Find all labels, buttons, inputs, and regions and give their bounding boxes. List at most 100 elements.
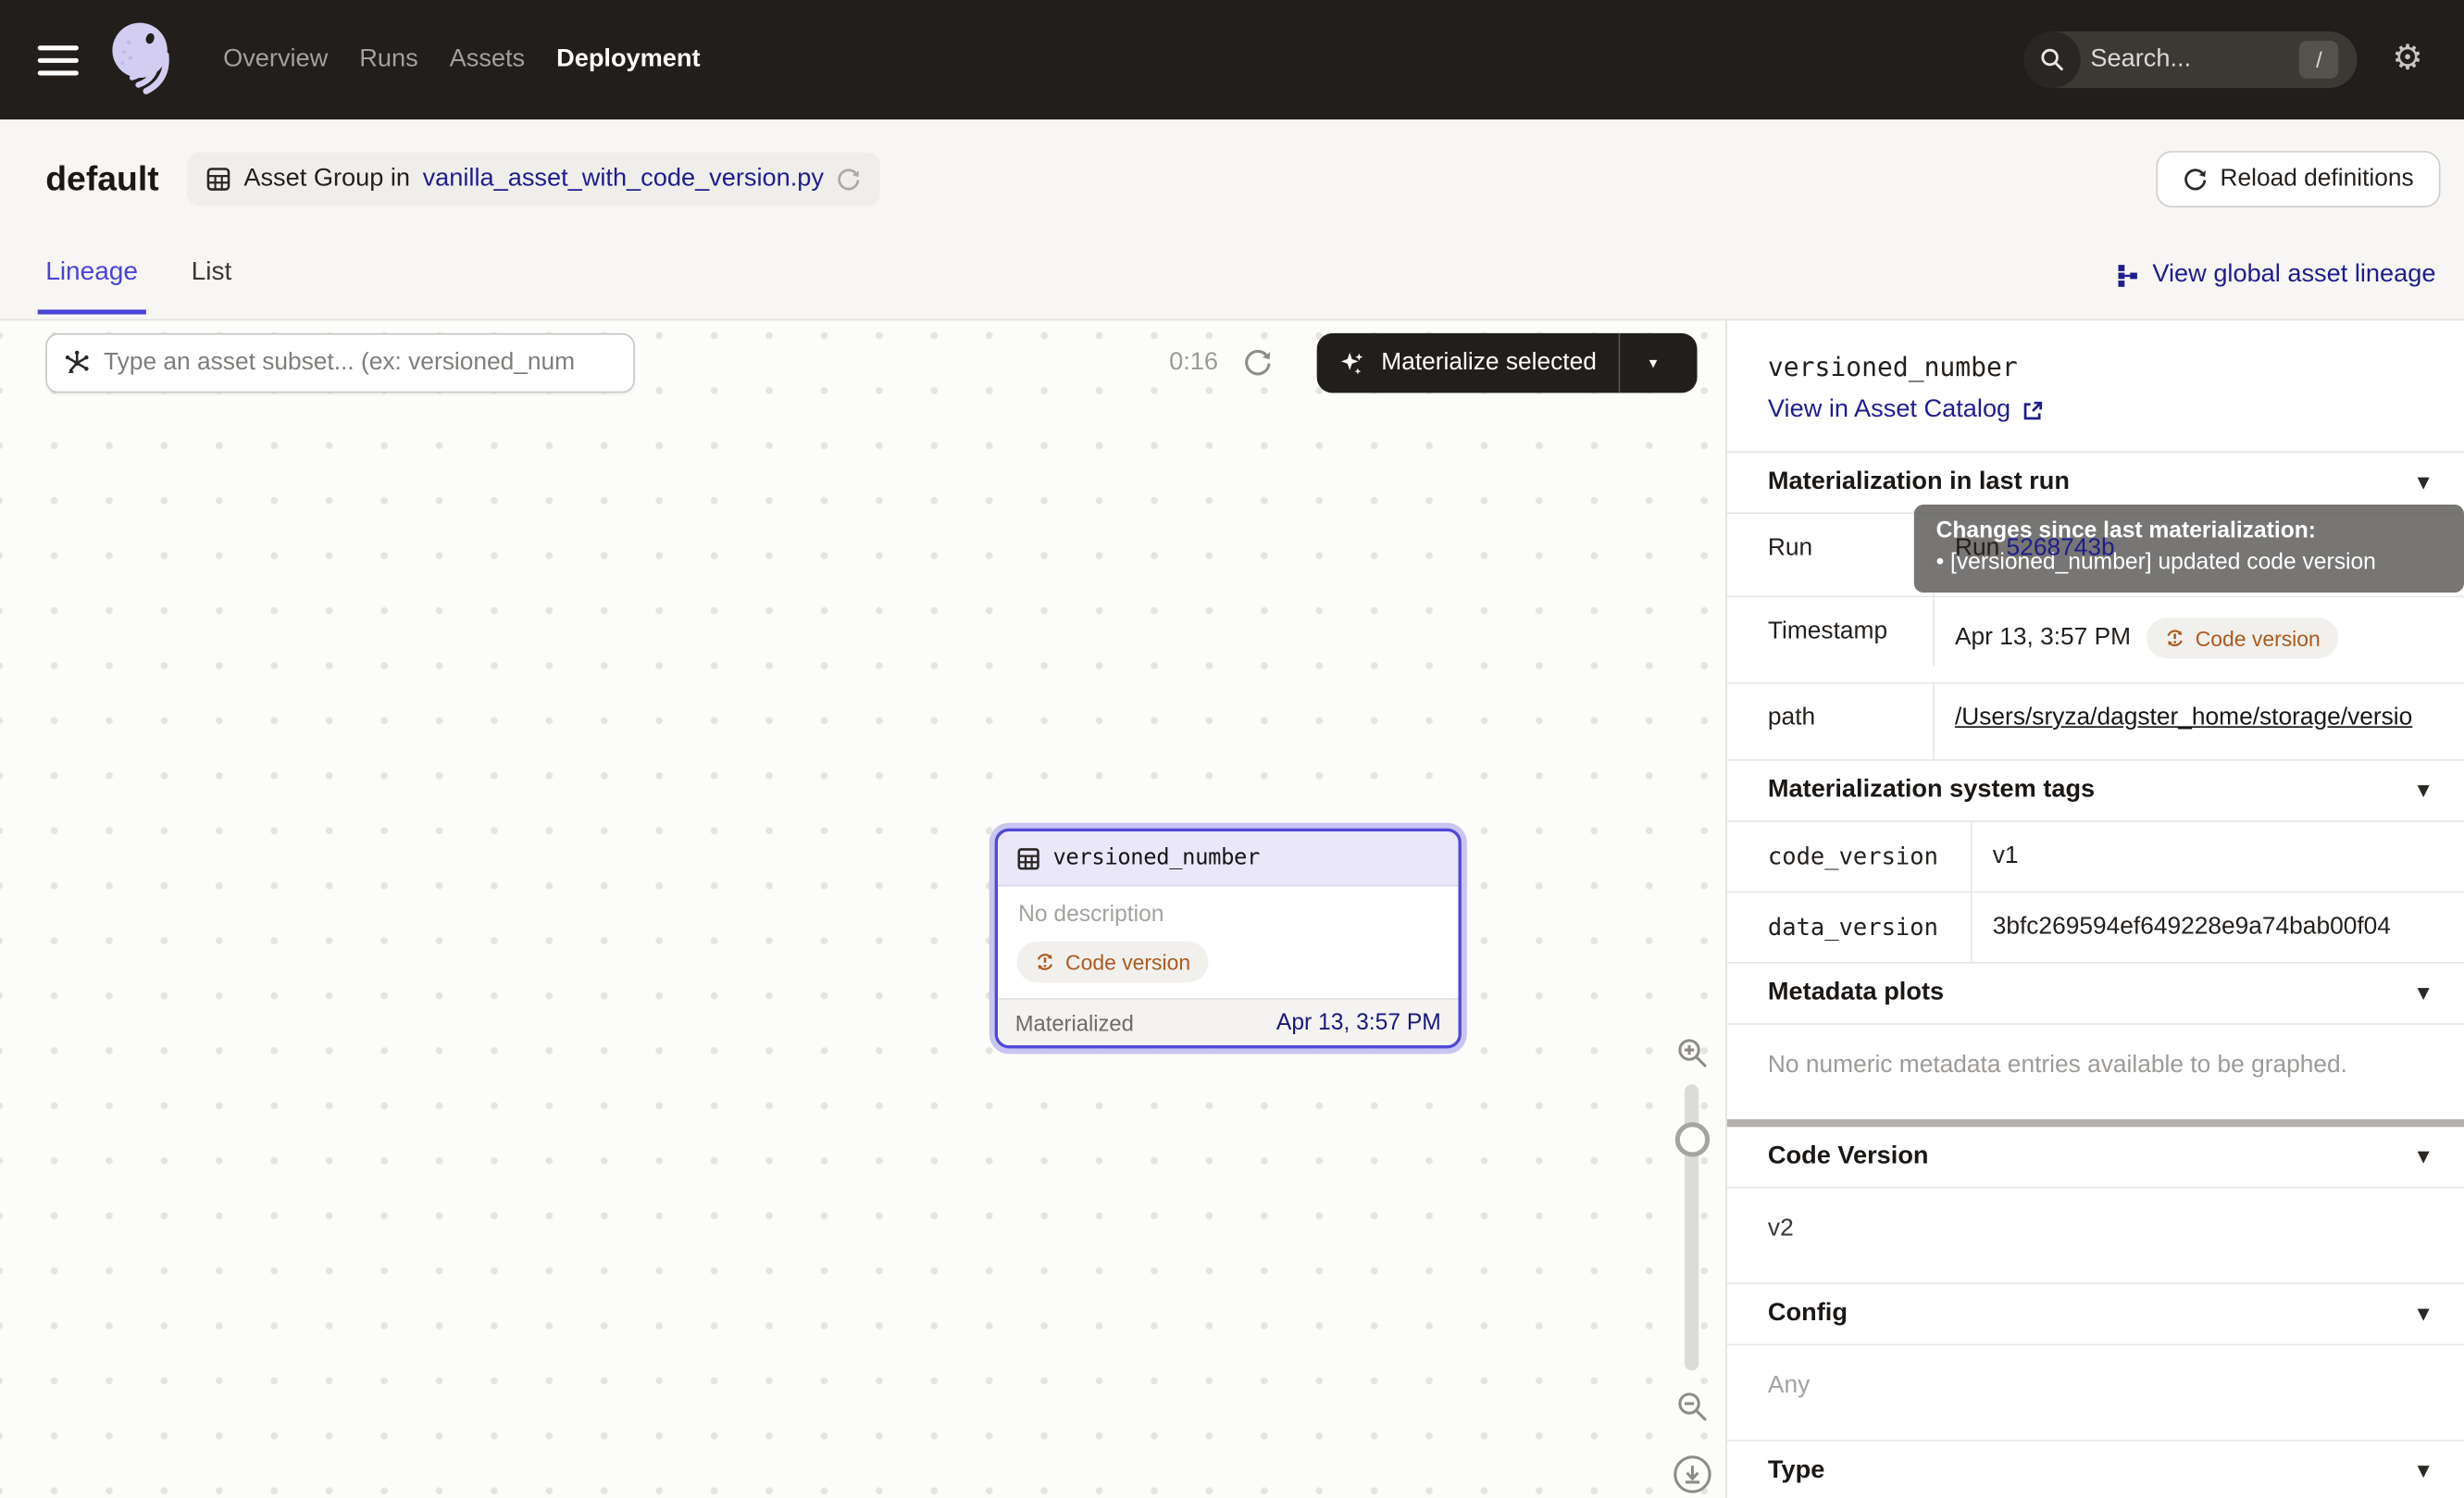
panel-asset-name: versioned_number: [1768, 352, 2423, 381]
view-global-asset-lineage-label: View global asset lineage: [2152, 261, 2435, 290]
code-version-badge: Code version: [1016, 942, 1207, 982]
section-heading: Materialization in last run: [1768, 468, 2070, 497]
section-metadata-plots[interactable]: Metadata plots ▼: [1727, 964, 2464, 1025]
nav-tabs: Overview Runs Assets Deployment: [223, 45, 700, 74]
search-icon: [2024, 31, 2081, 88]
tag-row: code_version v1: [1727, 822, 2464, 893]
path-row-label: path: [1727, 684, 1935, 759]
asset-group-prefix: Asset Group in: [243, 165, 410, 193]
metadata-plots-empty-message: No numeric metadata entries available to…: [1727, 1025, 2464, 1119]
app-window: Overview Runs Assets Deployment / ⚙ defa…: [0, 0, 2464, 1498]
code-version-icon: [1034, 951, 1056, 973]
external-link-icon: [2022, 398, 2045, 421]
page-header: default Asset Group in vanilla_asset_wit…: [0, 119, 2464, 239]
asset-selection-icon: [63, 349, 92, 378]
main-area: 0:16 Materialize selected ▾: [0, 320, 2464, 1498]
section-heading: Config: [1768, 1300, 1848, 1329]
search-shortcut-key: /: [2299, 41, 2338, 79]
breadcrumb: Asset Group in vanilla_asset_with_code_v…: [187, 153, 880, 206]
materialized-status-label: Materialized: [1015, 1010, 1134, 1035]
asset-subset-filter[interactable]: [45, 333, 635, 393]
code-version-badge: Code version: [2147, 618, 2337, 658]
materialize-dropdown-caret[interactable]: ▾: [1620, 355, 1686, 372]
dagster-logo-icon[interactable]: [104, 18, 182, 103]
timestamp-value: Apr 13, 3:57 PM: [1955, 624, 2131, 653]
zoom-in-icon[interactable]: [1675, 1036, 1710, 1070]
asset-details-panel: versioned_number View in Asset Catalog M…: [1725, 320, 2464, 1498]
refresh-icon[interactable]: [837, 167, 862, 192]
chevron-down-icon: ▼: [2418, 782, 2430, 800]
view-tabbar: Lineage List View global asset lineage: [0, 239, 2464, 320]
chevron-down-icon: ▼: [2418, 474, 2430, 492]
search-input[interactable]: [2090, 45, 2279, 74]
asset-node-name: versioned_number: [1052, 845, 1260, 870]
panel-splitter[interactable]: [1727, 1119, 2464, 1127]
zoom-out-icon[interactable]: [1675, 1390, 1710, 1424]
section-heading: Materialization system tags: [1768, 777, 2095, 805]
chevron-down-icon: ▼: [2418, 985, 2430, 1003]
timestamp-row: Timestamp Apr 13, 3:57 PM: [1727, 597, 2464, 683]
reload-definitions-label: Reload definitions: [2220, 165, 2413, 193]
code-version-badge-label: Code version: [2196, 627, 2321, 650]
menu-icon[interactable]: [38, 44, 79, 74]
nav-tab-deployment[interactable]: Deployment: [556, 45, 700, 74]
run-id: 5268743b: [2007, 534, 2115, 561]
chevron-down-icon: ▼: [2418, 1463, 2430, 1480]
asset-node-footer: Materialized Apr 13, 3:57 PM: [998, 998, 1458, 1045]
download-graph-icon[interactable]: [1672, 1454, 1712, 1494]
tag-key: code_version: [1727, 822, 1972, 892]
run-row-label: Run: [1727, 514, 1935, 595]
section-heading: Code Version: [1768, 1142, 1929, 1171]
nav-right: / ⚙: [2024, 0, 2464, 119]
lineage-graph-icon: [2115, 263, 2140, 288]
section-heading: Metadata plots: [1768, 980, 1944, 1008]
materialize-selected-button[interactable]: Materialize selected ▾: [1317, 333, 1698, 393]
tag-row: data_version 3bfc269594ef649228e9a74bab0…: [1727, 893, 2464, 963]
path-link[interactable]: /Users/sryza/dagster_home/storage/versio: [1955, 705, 2412, 731]
asset-node-header: versioned_number: [998, 831, 1458, 886]
section-code-version[interactable]: Code Version ▼: [1727, 1127, 2464, 1188]
tag-value: 3bfc269594ef649228e9a74bab00f04: [1972, 893, 2464, 962]
page-title: default: [45, 158, 158, 199]
tag-key: data_version: [1727, 893, 1972, 962]
view-in-asset-catalog-link[interactable]: View in Asset Catalog: [1768, 396, 2423, 425]
section-system-tags[interactable]: Materialization system tags ▼: [1727, 761, 2464, 822]
nav-tab-assets[interactable]: Assets: [450, 45, 526, 74]
config-value: Any: [1727, 1345, 2464, 1442]
view-in-asset-catalog-label: View in Asset Catalog: [1768, 396, 2010, 425]
view-global-asset-lineage-link[interactable]: View global asset lineage: [2115, 257, 2436, 289]
reload-definitions-button[interactable]: Reload definitions: [2156, 151, 2441, 207]
tab-list[interactable]: List: [192, 257, 232, 314]
asset-subset-input[interactable]: [104, 349, 617, 378]
section-heading: Type: [1768, 1457, 1824, 1486]
asset-node-description: No description: [998, 887, 1458, 931]
tag-value: v1: [1972, 822, 2464, 892]
search-box[interactable]: /: [2024, 31, 2358, 88]
code-version-badge-label: Code version: [1065, 950, 1190, 973]
code-version-value: v2: [1727, 1188, 2464, 1284]
top-nav: Overview Runs Assets Deployment / ⚙: [0, 0, 2464, 119]
chevron-down-icon: ▼: [2418, 1305, 2430, 1323]
section-config[interactable]: Config ▼: [1727, 1284, 2464, 1345]
chevron-down-icon: ▼: [2418, 1148, 2430, 1166]
sparkle-icon: [1338, 348, 1367, 378]
nav-tab-runs[interactable]: Runs: [359, 45, 417, 74]
nav-tab-overview[interactable]: Overview: [223, 45, 328, 74]
run-link[interactable]: Run 5268743b: [1955, 534, 2115, 561]
asset-node-versioned-number[interactable]: versioned_number No description: [995, 829, 1462, 1049]
refresh-graph-icon[interactable]: [1243, 347, 1273, 377]
gear-icon[interactable]: ⚙: [2392, 43, 2423, 77]
zoom-slider-handle[interactable]: [1675, 1122, 1710, 1156]
reload-icon: [2183, 167, 2208, 192]
refresh-timer: 0:16: [1169, 349, 1218, 378]
path-row: path /Users/sryza/dagster_home/storage/v…: [1727, 684, 2464, 761]
timestamp-row-label: Timestamp: [1727, 597, 1935, 667]
asset-group-file-link[interactable]: vanilla_asset_with_code_version.py: [423, 165, 824, 193]
asset-group-icon: [206, 167, 231, 192]
section-type[interactable]: Type ▼: [1727, 1442, 2464, 1498]
materialize-selected-label: Materialize selected: [1381, 349, 1597, 378]
materialized-timestamp[interactable]: Apr 13, 3:57 PM: [1276, 1010, 1441, 1035]
table-icon: [1016, 846, 1039, 869]
tab-lineage[interactable]: Lineage: [45, 257, 138, 314]
lineage-canvas[interactable]: 0:16 Materialize selected ▾: [0, 320, 1725, 1498]
